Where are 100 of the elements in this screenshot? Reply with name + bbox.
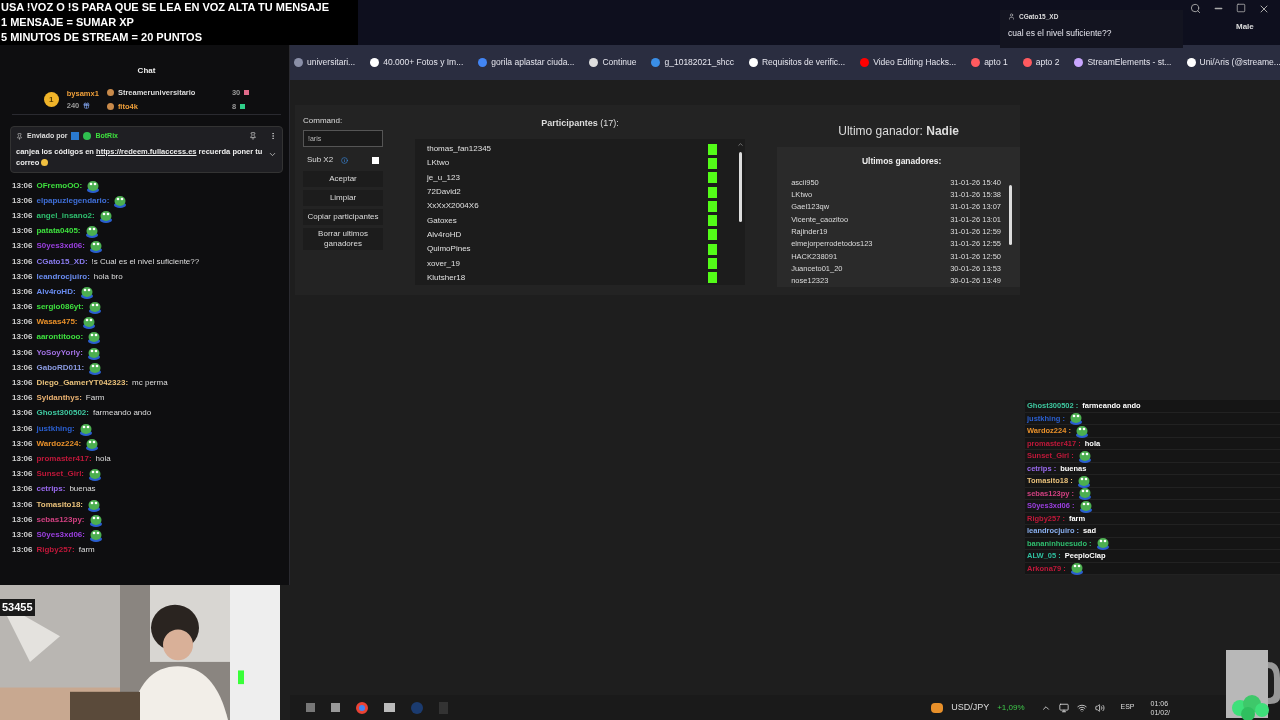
rank-badge: 1 <box>43 92 59 107</box>
chat-username[interactable]: Diego_GamerYT042323: <box>36 377 129 390</box>
bot-badge-icon <box>71 132 80 141</box>
ticker-label: USD/JPY <box>951 700 990 714</box>
chat-message: buenas <box>69 483 96 496</box>
chat-title: Chat <box>136 65 157 77</box>
action-button[interactable]: Aceptar <box>303 171 383 187</box>
bookmark[interactable]: Video Editing Hacks... <box>856 56 961 69</box>
last-winner: Ultimo ganador: Nadie <box>837 123 960 140</box>
message-time: 13:06 <box>12 361 33 374</box>
chat-username[interactable]: Ghost300502: <box>36 407 89 420</box>
bookmark[interactable]: Continue <box>585 56 641 69</box>
bookmark[interactable]: Requisitos de verific... <box>744 56 850 69</box>
sub-x2-label: Sub X2 <box>306 154 334 166</box>
bookmark[interactable]: 40.000+ Fotos y Im... <box>366 56 468 69</box>
chat-username[interactable]: Syldanthys: <box>36 392 82 405</box>
pin-icon[interactable] <box>249 132 257 141</box>
chat-username[interactable]: angel_insano2: <box>36 209 95 222</box>
message-time: 13:06 <box>12 331 33 344</box>
chat-username[interactable]: leandrocjuiro: <box>36 270 90 283</box>
volume-icon[interactable] <box>1094 702 1105 713</box>
bookmark[interactable]: apto 1 <box>967 56 1012 69</box>
bookmark[interactable]: apto 2 <box>1018 56 1064 69</box>
message-time: 13:06 <box>12 452 33 465</box>
user-icon <box>1008 13 1015 21</box>
action-button[interactable]: Limpiar <box>303 190 383 206</box>
chat-username[interactable]: S0yes3xd06: <box>36 240 85 253</box>
chat-username[interactable]: CGato15_XD: <box>36 255 88 268</box>
bookmark[interactable]: gorila aplastar ciuda... <box>474 56 579 69</box>
chat-username[interactable]: sergio086yt: <box>36 301 84 314</box>
browser-icon[interactable] <box>356 701 368 714</box>
maximize-icon[interactable] <box>1236 3 1246 13</box>
chat-message: farmeando ando <box>92 407 152 420</box>
chat-username[interactable]: Alv4roHD: <box>36 285 76 298</box>
bookmark[interactable]: Uni/Aris (@streame... <box>1182 56 1280 69</box>
chat-username[interactable]: Wardoz224: <box>36 437 82 450</box>
message-time: 13:06 <box>12 346 33 359</box>
chat-message: hola <box>95 452 111 465</box>
message-time: 13:06 <box>12 225 33 238</box>
participant-name: XxXxX2004X6 <box>427 200 479 213</box>
participant-name: QuimoPines <box>427 243 471 256</box>
banner-line: 1 MENSAJE = SUMAR XP <box>1 15 135 30</box>
message-time: 13:06 <box>12 209 33 222</box>
chat-username[interactable]: Tomasito18: <box>36 498 83 511</box>
message-time: 13:06 <box>12 468 33 481</box>
chat-username[interactable]: cetrips: <box>36 483 66 496</box>
chat-username[interactable]: Wasas475: <box>36 316 78 329</box>
chat-message: !s Cual es el nivel suficiente?? <box>91 255 200 268</box>
participant-name: Gatoxes <box>427 214 457 227</box>
profile-label: Male <box>1236 21 1254 33</box>
message-time: 13:06 <box>12 437 33 450</box>
chat-username[interactable]: patata0405: <box>36 225 81 238</box>
bookmark[interactable]: universitari... <box>290 56 360 69</box>
message-time: 13:06 <box>12 285 33 298</box>
message-time: 13:06 <box>12 316 33 329</box>
verified-icon <box>83 132 92 141</box>
chat-username[interactable]: sebas123py: <box>36 513 85 526</box>
action-button[interactable]: Borrar ultimos ganadores <box>303 228 383 250</box>
chat-username[interactable]: aarontitooo: <box>36 331 84 344</box>
message-time: 13:06 <box>12 498 33 511</box>
close-icon[interactable] <box>1258 3 1270 15</box>
message-time: 13:06 <box>12 301 33 314</box>
search-icon[interactable] <box>1190 3 1201 14</box>
participant-name: Alv4roHD <box>427 228 462 241</box>
notification-message: cual es el nivel suficiente?? <box>1008 26 1113 40</box>
participants-title: Participantes (17): <box>540 117 620 130</box>
message-time: 13:06 <box>12 392 33 405</box>
message-time: 13:06 <box>12 513 33 526</box>
chat-username[interactable]: elpapuzlegendario: <box>36 194 110 207</box>
monitor-icon[interactable] <box>1058 702 1069 713</box>
banner-line: 5 MINUTOS DE STREAM = 20 PUNTOS <box>1 30 203 45</box>
participant-name: xover_19 <box>427 257 460 270</box>
participant-name: LKtwo <box>427 157 450 170</box>
participant-name: 72David2 <box>427 186 461 199</box>
chat-username[interactable]: GaboRD011: <box>36 361 85 374</box>
scroll-up-icon[interactable] <box>736 141 744 148</box>
chat-username[interactable]: S0yes3xd06: <box>36 528 85 541</box>
chat-username[interactable]: OFremoOO: <box>36 179 83 192</box>
message-time: 13:06 <box>12 544 33 557</box>
chat-message: Farm <box>85 392 105 405</box>
message-time: 13:06 <box>12 377 33 390</box>
command-label: Command: <box>303 115 344 127</box>
message-time: 13:06 <box>12 255 33 268</box>
pin-icon <box>16 132 23 140</box>
ticker-change: +1,09% <box>997 701 1025 714</box>
message-time: 13:06 <box>12 194 33 207</box>
bookmark[interactable]: StreamElements - st... <box>1070 56 1176 69</box>
bookmark[interactable]: g_10182021_shcc <box>647 56 738 69</box>
banner-line: USA !VOZ O !S PARA QUE SE LEA EN VOZ ALTA TU MENSAJE <box>1 0 330 15</box>
more-icon[interactable] <box>269 132 277 141</box>
sub-x2-checkbox[interactable] <box>372 156 380 164</box>
network-icon[interactable] <box>1076 702 1087 713</box>
message-time: 13:06 <box>12 407 33 420</box>
smile-icon <box>41 159 49 166</box>
message-time: 13:06 <box>12 528 33 541</box>
scroll-thumb[interactable] <box>1009 184 1012 245</box>
scroll-thumb[interactable] <box>738 152 742 222</box>
gift-icon <box>83 101 91 109</box>
chat-username[interactable]: YoSoyYorly: <box>36 346 83 359</box>
action-button[interactable]: Copiar participantes <box>303 209 383 225</box>
